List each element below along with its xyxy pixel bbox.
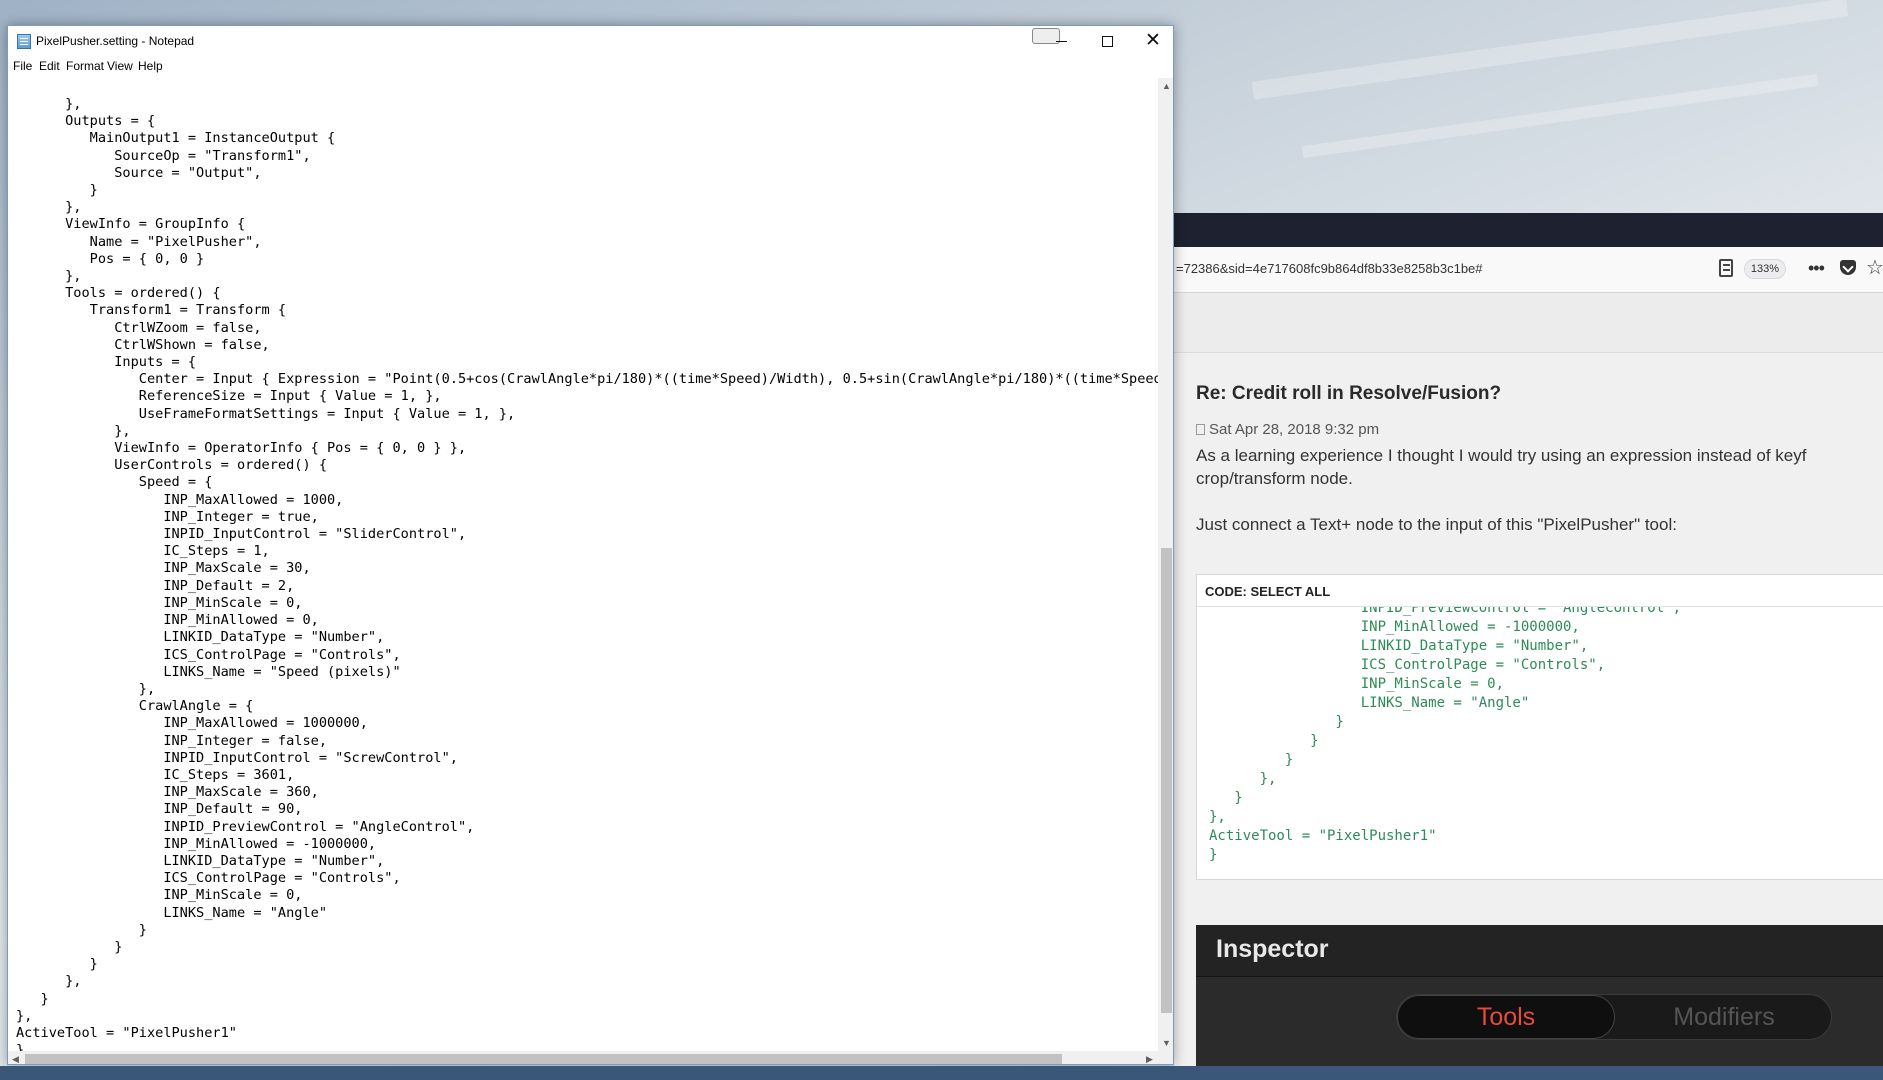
maximize-icon — [1101, 36, 1113, 47]
browser-window: =72386&sid=4e717608fc9b864df8b33e8258b3c… — [1174, 213, 1883, 1080]
forum-toolbar — [1174, 293, 1883, 353]
code-snippet: INPID_PreviewControl = "AngleControl", I… — [1209, 607, 1682, 863]
scroll-up-icon[interactable]: ▲ — [1162, 81, 1171, 91]
notepad-window: PixelPusher.setting - Notepad ✕ File Edi… — [7, 25, 1174, 1065]
browser-tab-strip — [1174, 213, 1883, 247]
post-text-line: As a learning experience I thought I wou… — [1196, 446, 1807, 465]
menu-bar: File Edit Format View Help — [8, 56, 1173, 78]
zoom-level-badge[interactable]: 133% — [1744, 259, 1786, 279]
horizontal-scroll-thumb[interactable] — [25, 1054, 1062, 1064]
vertical-scrollbar[interactable]: ▲ ▼ — [1158, 78, 1173, 1051]
pocket-icon[interactable] — [1840, 260, 1856, 275]
code-select-all[interactable]: CODE: SELECT ALL — [1197, 575, 1883, 607]
post-body: As a learning experience I thought I wou… — [1196, 444, 1883, 536]
url-text[interactable]: =72386&sid=4e717608fc9b864df8b33e8258b3c… — [1176, 261, 1483, 276]
reader-view-icon[interactable] — [1719, 259, 1733, 277]
scroll-right-icon[interactable]: ▶ — [1146, 1054, 1153, 1064]
menu-help[interactable]: Help — [138, 59, 163, 73]
minimize-button[interactable] — [1038, 26, 1084, 56]
wallpaper-streak — [1301, 73, 1819, 159]
text-editor[interactable]: }, Outputs = { MainOutput1 = InstanceOut… — [8, 78, 1158, 1051]
post-meta: Sat Apr 28, 2018 9:32 pm — [1196, 421, 1883, 438]
vertical-scroll-thumb[interactable] — [1161, 548, 1172, 1013]
inspector-tab-group: Tools Modifiers — [1396, 994, 1832, 1040]
menu-file[interactable]: File — [13, 59, 32, 73]
inspector-title: Inspector — [1196, 925, 1883, 977]
editor-content[interactable]: }, Outputs = { MainOutput1 = InstanceOut… — [16, 96, 1158, 1051]
scrollbar-corner — [1158, 1051, 1173, 1064]
menu-edit[interactable]: Edit — [39, 59, 60, 73]
code-body: INPID_PreviewControl = "AngleControl", I… — [1197, 607, 1883, 879]
menu-view[interactable]: View — [107, 59, 133, 73]
code-block: CODE: SELECT ALL INPID_PreviewControl = … — [1196, 574, 1883, 880]
desktop-bottom-strip — [0, 1066, 1883, 1080]
title-bar[interactable]: PixelPusher.setting - Notepad ✕ — [8, 26, 1173, 56]
menu-format[interactable]: Format — [66, 59, 104, 73]
window-title: PixelPusher.setting - Notepad — [36, 34, 195, 48]
close-button[interactable]: ✕ — [1130, 26, 1173, 56]
tab-tools[interactable]: Tools — [1397, 995, 1615, 1039]
tab-modifiers[interactable]: Modifiers — [1615, 995, 1831, 1039]
post-text-line: Just connect a Text+ node to the input o… — [1196, 515, 1677, 534]
more-actions-icon[interactable]: ••• — [1808, 258, 1825, 279]
close-icon: ✕ — [1145, 30, 1161, 51]
post-date: Sat Apr 28, 2018 9:32 pm — [1209, 421, 1380, 438]
minimize-icon — [1055, 41, 1067, 42]
post-text-line: crop/transform node. — [1196, 469, 1353, 488]
forum-post: Re: Credit roll in Resolve/Fusion? Sat A… — [1196, 383, 1883, 536]
inspector-panel: Inspector Tools Modifiers — [1196, 925, 1883, 1080]
scroll-left-icon[interactable]: ◀ — [12, 1054, 19, 1064]
notepad-app-icon[interactable] — [17, 34, 31, 49]
scroll-down-icon[interactable]: ▼ — [1162, 1038, 1171, 1048]
address-bar[interactable]: =72386&sid=4e717608fc9b864df8b33e8258b3c… — [1174, 247, 1883, 293]
post-title[interactable]: Re: Credit roll in Resolve/Fusion? — [1196, 383, 1883, 405]
post-icon — [1196, 424, 1205, 435]
horizontal-scrollbar[interactable]: ◀ ▶ — [8, 1051, 1158, 1064]
bookmark-star-icon[interactable]: ☆ — [1866, 255, 1883, 280]
maximize-button[interactable] — [1084, 26, 1130, 56]
